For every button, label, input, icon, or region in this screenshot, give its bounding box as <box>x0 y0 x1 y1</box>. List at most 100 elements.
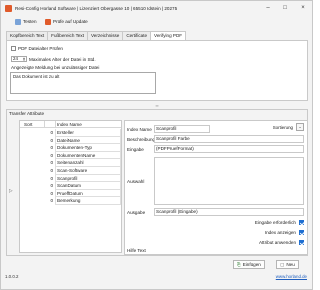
row-sort: 0 <box>50 190 53 196</box>
eingabe-label: Eingabe <box>127 147 144 152</box>
sort-dropdown[interactable]: ⌄ <box>296 123 304 131</box>
insert-icon: ⎘ <box>237 262 241 267</box>
sort-label: Sortierung <box>272 125 293 130</box>
update-icon <box>45 18 51 25</box>
table-row[interactable]: 0 DokumentenName <box>20 151 121 160</box>
bottom-bar: ⎘ Einfügen ▢ Neu <box>1 258 312 278</box>
msg-label-row: Angezeigte Meldung bei unzulässiger Date… <box>11 65 99 70</box>
eingabe-value: (PDFPruefFormat) <box>156 146 194 151</box>
apply-attr-row: Attribut anwenden <box>259 240 304 245</box>
new-label: Neu <box>286 262 295 267</box>
ausgabe-label: Ausgabe <box>127 210 146 215</box>
chevron-down-icon: ⌄ <box>298 124 302 129</box>
ausgabe-field[interactable]: Scanprofil (Eingabe) <box>154 208 304 216</box>
tab-bar: Kopfbereich Text Fußbereich Text Verzeic… <box>6 31 187 41</box>
table-row[interactable]: 0 PrueffDatum <box>20 189 121 198</box>
insert-button[interactable]: ⎘ Einfügen <box>233 260 265 269</box>
auswahl-label: Auswahl <box>127 179 145 184</box>
max-age-row: 24 ▲ ▼ Maximales Alter der Datei in Std. <box>11 56 96 62</box>
attributes-panel: Transfer Attribute Sort Index Name 0 Erst… <box>6 109 308 256</box>
column-header-sort[interactable]: Sort <box>24 122 32 127</box>
tab-kopfbereich[interactable]: Kopfbereich Text <box>6 31 49 40</box>
table-row[interactable]: 0 DateiName <box>20 136 121 145</box>
msg-textarea[interactable]: Das Dokument ist zu alt <box>10 72 156 94</box>
required-label: Eingabe erforderlich <box>254 220 296 225</box>
attributes-grid: Sort Index Name 0 Ersteller 0 DateiName 0D… <box>19 120 122 253</box>
row-name: Scanprofil <box>57 175 78 181</box>
row-name: Scan-Software <box>57 168 88 173</box>
check-age-row: PDF Dateialter Prüfen <box>11 46 63 51</box>
window-title: Resi-Config Horland Software | Lizenzier… <box>15 6 178 11</box>
toolbar: Testen Prüfe auf Update <box>1 16 312 27</box>
table-row[interactable]: 0 Bemerkung <box>20 197 121 205</box>
tab-fussbereich[interactable]: Fußbereich Text <box>47 31 88 40</box>
row-name: Dokumenten-Typ <box>57 145 92 151</box>
msg-value: Das Dokument ist zu alt <box>13 74 60 79</box>
row-sort: 0 <box>50 130 53 135</box>
show-index-checkbox[interactable] <box>299 230 304 235</box>
row-name: Seitenanzahl <box>57 160 84 166</box>
required-row: Eingabe erforderlich <box>255 220 304 225</box>
row-selector-arrow-icon: ▷ <box>9 188 13 193</box>
row-sort: 0 <box>50 183 53 189</box>
minimize-button[interactable]: – <box>263 4 273 13</box>
spinner-arrows-icon[interactable]: ▲ ▼ <box>22 57 26 62</box>
beschreibung-label: Beschreibung <box>127 137 156 142</box>
help-text-label: Hilfe Text <box>127 248 146 253</box>
row-sort: 0 <box>50 137 53 143</box>
msg-label: Angezeigte Meldung bei unzulässiger Date… <box>11 65 100 70</box>
insert-label: Einfügen <box>242 262 261 267</box>
close-button[interactable]: × <box>298 4 308 13</box>
tab-certificate[interactable]: Certificate <box>122 31 152 40</box>
eingabe-field[interactable]: (PDFPruefFormat) <box>154 145 304 153</box>
row-sort: 0 <box>50 152 53 158</box>
ausgabe-value: Scanprofil (Eingabe) <box>156 209 198 214</box>
test-button[interactable]: Testen <box>15 17 37 26</box>
row-name: Ersteller <box>57 130 74 135</box>
show-index-row: Index anzeigen <box>265 230 304 235</box>
app-window: Resi-Config Horland Software | Lizenzier… <box>0 0 313 290</box>
row-sort: 0 <box>50 175 53 181</box>
column-header-name[interactable]: Index Name <box>57 122 82 127</box>
apply-attr-label: Attribut anwenden <box>258 240 296 245</box>
index-name-field[interactable]: Scanprofil <box>154 125 210 133</box>
table-row[interactable]: 0 Dokumenten-Typ <box>20 144 121 152</box>
new-button[interactable]: ▢ Neu <box>276 260 299 269</box>
section-title: Transfer Attribute <box>9 111 45 116</box>
test-label: Testen <box>23 19 37 24</box>
tab-verzeichnisse[interactable]: Verzeichnisse <box>87 31 124 40</box>
check-age-checkbox[interactable] <box>11 46 16 51</box>
row-name: Bemerkung <box>57 198 81 204</box>
row-sort: 0 <box>50 145 53 151</box>
version-label: 1.0.0.2 <box>5 274 19 279</box>
splitter-handle[interactable]: ═ <box>153 104 161 108</box>
row-sort: 0 <box>50 198 53 204</box>
attribute-detail: Index Name Scanprofil Sortierung ⌄ Besch… <box>124 120 308 255</box>
row-name: DateiName <box>57 137 80 143</box>
max-age-spinner[interactable]: 24 ▲ ▼ <box>11 56 27 62</box>
table-row[interactable]: 0 ScanDatum <box>20 182 121 190</box>
apply-attr-checkbox[interactable] <box>299 240 304 245</box>
table-row[interactable]: 0 Seitenanzahl <box>20 159 121 167</box>
row-sort: 0 <box>50 160 53 166</box>
website-link[interactable]: www.horland.de <box>276 274 307 279</box>
row-name: ScanDatum <box>57 183 82 189</box>
grid-header: Sort Index Name <box>20 121 121 128</box>
row-sort: 0 <box>50 168 53 173</box>
auswahl-field[interactable] <box>154 157 304 205</box>
table-row[interactable]: 0 Scan-Software <box>20 167 121 175</box>
max-age-value: 24 <box>13 56 18 61</box>
check-update-label: Prüfe auf Update <box>53 19 88 24</box>
check-update-button[interactable]: Prüfe auf Update <box>45 17 88 26</box>
new-icon: ▢ <box>280 261 285 267</box>
beschreibung-field[interactable]: Scanprofil Farbe <box>154 135 304 143</box>
row-name: PrueffDatum <box>57 190 83 196</box>
index-name-label: Index Name <box>127 127 152 132</box>
table-row[interactable]: 0 Ersteller <box>20 129 121 137</box>
row-name: DokumentenName <box>57 152 96 158</box>
table-row-selected[interactable]: 0 Scanprofil <box>20 174 121 183</box>
max-age-label: Maximales Alter der Datei in Std. <box>29 56 96 62</box>
beschreibung-value: Scanprofil Farbe <box>156 136 190 141</box>
maximize-button[interactable]: □ <box>280 4 290 13</box>
required-checkbox[interactable] <box>299 220 304 225</box>
